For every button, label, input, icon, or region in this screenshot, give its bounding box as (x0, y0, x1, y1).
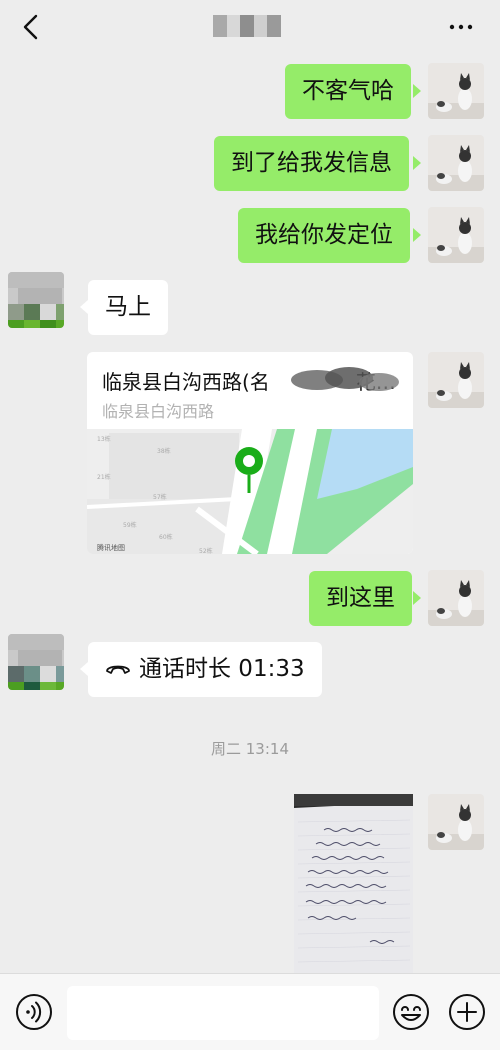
call-record-bubble[interactable]: 通话时长 01:33 (88, 642, 322, 697)
svg-text:59栋: 59栋 (123, 521, 137, 529)
bubble-tail (80, 300, 88, 314)
svg-text:52栋: 52栋 (199, 547, 213, 554)
bubble-tail (413, 156, 421, 170)
message-bubble-sent[interactable]: 到这里 (309, 571, 412, 626)
map-watermark: 腾讯地图 (97, 543, 125, 552)
call-duration-text: 通话时长 01:33 (139, 656, 305, 682)
my-avatar[interactable] (428, 794, 484, 850)
bubble-tail (413, 591, 421, 605)
voice-icon[interactable] (15, 993, 53, 1031)
my-avatar[interactable] (428, 570, 484, 626)
message-bubble-received[interactable]: 马上 (88, 280, 168, 335)
message-bubble-sent[interactable]: 到了给我发信息 (214, 136, 409, 191)
sent-photo-handwritten-note[interactable] (294, 794, 413, 974)
location-address: 临泉县白沟西路 (102, 402, 215, 421)
contact-name-blurred (213, 15, 281, 37)
phone-hangup-icon (106, 665, 130, 674)
location-map-preview[interactable]: 13栋 38栋 21栋 57栋 59栋 60栋 52栋 腾讯地图 (87, 429, 413, 554)
svg-text:21栋: 21栋 (97, 473, 111, 481)
svg-text:13栋: 13栋 (97, 435, 111, 443)
plus-icon[interactable] (448, 993, 486, 1031)
emoji-icon[interactable] (392, 993, 430, 1031)
message-input[interactable] (67, 986, 379, 1040)
my-avatar[interactable] (428, 135, 484, 191)
svg-text:38栋: 38栋 (157, 447, 171, 455)
redaction-scribble (291, 367, 399, 391)
input-bar (0, 973, 500, 1050)
location-card[interactable]: 临泉县白沟西路(名花… 临泉县白沟西路 13栋 38栋 21栋 57栋 59栋 … (87, 352, 413, 554)
svg-text:60栋: 60栋 (159, 533, 173, 541)
more-dots-icon[interactable] (446, 12, 476, 42)
bubble-tail (80, 662, 88, 676)
message-bubble-sent[interactable]: 我给你发定位 (238, 208, 410, 263)
my-avatar[interactable] (428, 207, 484, 263)
back-icon[interactable] (16, 12, 46, 42)
chat-header (0, 0, 500, 56)
bubble-tail (413, 84, 421, 98)
svg-text:57栋: 57栋 (153, 493, 167, 501)
bubble-tail (413, 228, 421, 242)
my-avatar[interactable] (428, 63, 484, 119)
my-avatar[interactable] (428, 352, 484, 408)
message-bubble-sent[interactable]: 不客气哈 (285, 64, 411, 119)
contact-avatar[interactable] (8, 634, 64, 690)
time-separator: 周二 13:14 (211, 740, 289, 758)
contact-avatar[interactable] (8, 272, 64, 328)
